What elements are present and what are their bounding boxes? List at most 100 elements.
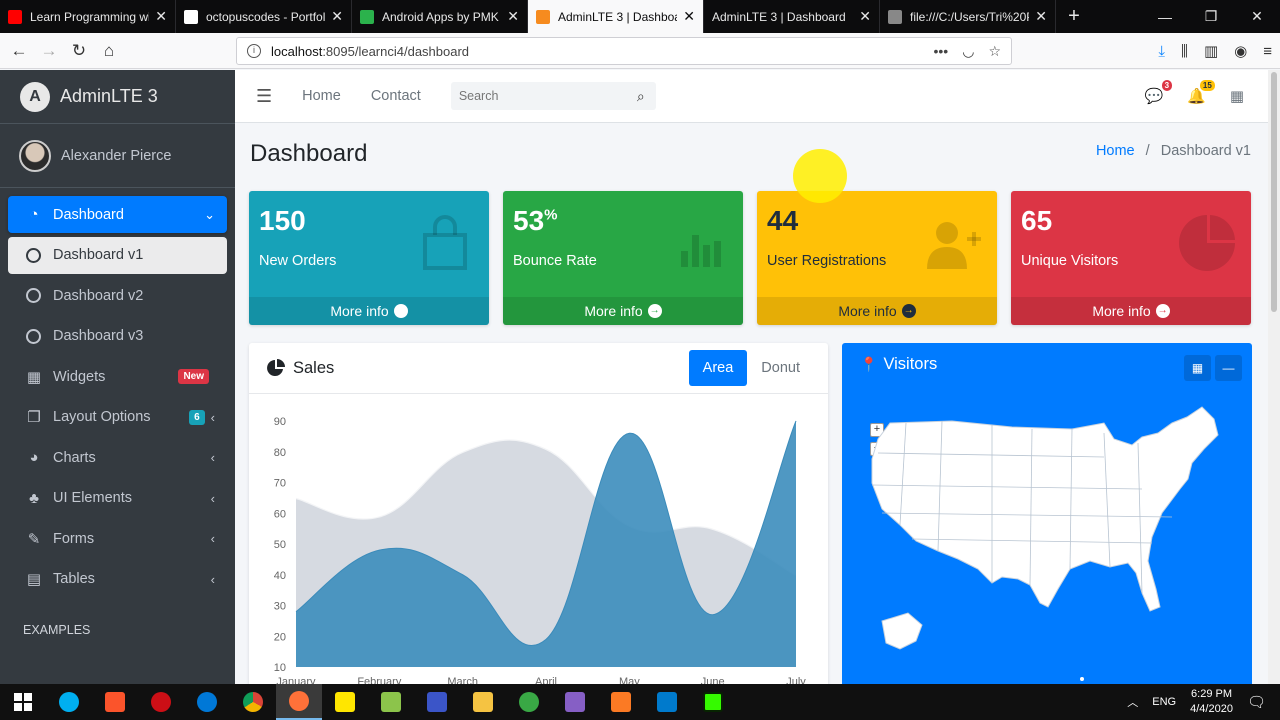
sidebar-item-dashboard-v2[interactable]: Dashboard v2 (8, 277, 227, 314)
tab-area[interactable]: Area (688, 350, 748, 386)
more-info-link[interactable]: More info → (503, 297, 743, 325)
sidebar-item-dashboard-v3[interactable]: Dashboard v3 (8, 318, 227, 355)
start-button[interactable] (0, 684, 46, 720)
chrome-icon[interactable] (230, 684, 276, 720)
sidebar-item-widgets[interactable]: ▦ Widgets New (8, 358, 227, 395)
bell-icon[interactable]: 🔔 15 (1187, 80, 1215, 105)
tab-label: Learn Programming wi (30, 9, 150, 24)
brand-link[interactable]: A AdminLTE 3 (0, 70, 235, 124)
vscode-icon[interactable] (644, 684, 690, 720)
tab-donut[interactable]: Donut (747, 350, 814, 386)
search-icon[interactable]: ⌕ (626, 88, 656, 105)
sidebar-icon[interactable]: ▥ (1204, 42, 1218, 60)
back-icon[interactable]: ← (4, 41, 34, 61)
minimize-button[interactable]: — (1142, 0, 1188, 33)
more-info-link[interactable]: More info → (1011, 297, 1251, 325)
user-name[interactable]: Alexander Pierce (61, 148, 171, 164)
forward-icon[interactable]: → (34, 41, 64, 61)
maximize-button[interactable]: ❐ (1188, 0, 1234, 33)
browser-tab-2[interactable]: Android Apps by PMK I ✕ (352, 0, 528, 33)
visitors-title: Visitors (883, 354, 938, 373)
y-tick-label: 40 (274, 570, 286, 582)
library-icon[interactable]: ⫼ (1181, 43, 1188, 60)
clock[interactable]: 6:29 PM 4/4/2020 (1190, 687, 1233, 717)
opera-icon[interactable] (138, 684, 184, 720)
more-info-link[interactable]: More info → (249, 297, 489, 325)
small-box-bounce: 53% Bounce Rate More info → (503, 191, 743, 325)
sidebar-item-ui-elements[interactable]: ♣ UI Elements ‹ (8, 480, 227, 517)
box-value: 44 (767, 205, 799, 236)
visual-studio-icon[interactable] (552, 684, 598, 720)
page-actions-icon[interactable]: ••• (934, 43, 949, 60)
brave-icon[interactable] (92, 684, 138, 720)
close-tab-icon[interactable]: ✕ (155, 8, 167, 25)
more-info-link[interactable]: More info → (757, 297, 997, 325)
sidebar-item-charts[interactable]: ◕ Charts ‹ (8, 439, 227, 476)
browser-tab-3[interactable]: AdminLTE 3 | Dashboar ✕ (528, 0, 704, 33)
sidebar-item-dashboard[interactable]: ◔ Dashboard ⌄ (8, 196, 227, 233)
chevron-up-icon[interactable]: ︿ (1127, 694, 1138, 710)
close-window-button[interactable]: ✕ (1234, 0, 1280, 33)
box-value: 53% (513, 205, 558, 236)
search-input[interactable]: Search ⌕ (450, 82, 656, 110)
sidebar-item-label: Dashboard v3 (53, 328, 144, 344)
x-tick-label: April (535, 676, 557, 684)
close-tab-icon[interactable]: ✕ (683, 8, 695, 25)
usa-map[interactable] (842, 393, 1252, 684)
browser-tab-5[interactable]: file:///C:/Users/Tri%20Phan/ ✕ (880, 0, 1056, 33)
hamburger-menu-icon[interactable]: ☰ (256, 86, 272, 107)
grid-apps-icon[interactable]: ▦ (1230, 87, 1244, 105)
pie-chart-icon: ◕ (29, 449, 39, 466)
skype-icon[interactable] (46, 684, 92, 720)
pocket-icon[interactable]: ◡ (962, 43, 974, 60)
bookmark-star-icon[interactable]: ☆ (988, 43, 1001, 60)
sidebar-item-label: Widgets (53, 368, 106, 385)
edge-icon[interactable] (184, 684, 230, 720)
sticky-notes-icon[interactable] (322, 684, 368, 720)
page-scrollbar[interactable] (1268, 70, 1280, 684)
sidebar-item-dashboard-v1[interactable]: Dashboard v1 (8, 236, 227, 274)
close-tab-icon[interactable]: ✕ (1035, 8, 1047, 25)
reload-icon[interactable]: ↻ (64, 41, 94, 61)
user-panel[interactable]: Alexander Pierce (0, 124, 235, 188)
sales-card: Sales Area Donut 10 20 30 40 50 60 70 80 90 Janua… (249, 343, 828, 684)
browser-tab-4[interactable]: AdminLTE 3 | Dashboard ✕ (704, 0, 880, 33)
sales-card-header: Sales Area Donut (249, 343, 828, 394)
th-grid-icon: ▦ (26, 368, 42, 386)
arrow-circle-right-icon: → (647, 304, 662, 318)
file-explorer-icon[interactable] (460, 684, 506, 720)
home-icon[interactable]: ⌂ (94, 41, 124, 61)
new-tab-button[interactable]: + (1056, 0, 1092, 33)
notifications-icon[interactable]: 🗨 (1247, 693, 1266, 711)
messages-icon[interactable]: 💬 3 (1144, 80, 1173, 105)
browser-tab-1[interactable]: octopuscodes - Portfol ✕ (176, 0, 352, 33)
close-tab-icon[interactable]: ✕ (859, 8, 871, 25)
calendar-icon[interactable]: ▦ (1184, 355, 1211, 381)
save-disk-icon[interactable] (414, 684, 460, 720)
url-bar[interactable]: i localhost:8095/learnci4/dashboard ••• … (236, 37, 1012, 65)
account-icon[interactable]: ◉ (1234, 42, 1247, 60)
nav-link-contact[interactable]: Contact (371, 88, 421, 104)
download-icon[interactable]: ⤓ (1158, 43, 1165, 60)
browser-tab-0[interactable]: Learn Programming wi ✕ (0, 0, 176, 33)
close-tab-icon[interactable]: ✕ (331, 8, 343, 25)
notepad-icon[interactable] (368, 684, 414, 720)
breadcrumb-current: Dashboard v1 (1160, 143, 1251, 159)
breadcrumb-home-link[interactable]: Home (1096, 143, 1135, 159)
app-green-icon[interactable] (506, 684, 552, 720)
arrow-circle-right-icon: → (1155, 304, 1170, 318)
language-indicator[interactable]: ENG (1152, 696, 1176, 708)
xampp-icon[interactable] (598, 684, 644, 720)
sidebar-item-layout-options[interactable]: ❐ Layout Options 6 ‹ (8, 399, 227, 436)
firefox-icon[interactable] (276, 684, 322, 720)
info-icon[interactable]: i (247, 44, 261, 58)
collapse-icon[interactable]: — (1215, 355, 1242, 381)
menu-icon[interactable]: ≡ (1263, 43, 1272, 60)
sidebar-item-forms[interactable]: ✎ Forms ‹ (8, 520, 227, 557)
nav-link-home[interactable]: Home (302, 88, 341, 104)
close-tab-icon[interactable]: ✕ (507, 8, 519, 25)
dreamweaver-icon[interactable] (690, 684, 736, 720)
sidebar-item-tables[interactable]: ▤ Tables ‹ (8, 561, 227, 598)
chevron-left-icon: ‹ (210, 571, 215, 587)
y-tick-label: 50 (274, 539, 286, 551)
